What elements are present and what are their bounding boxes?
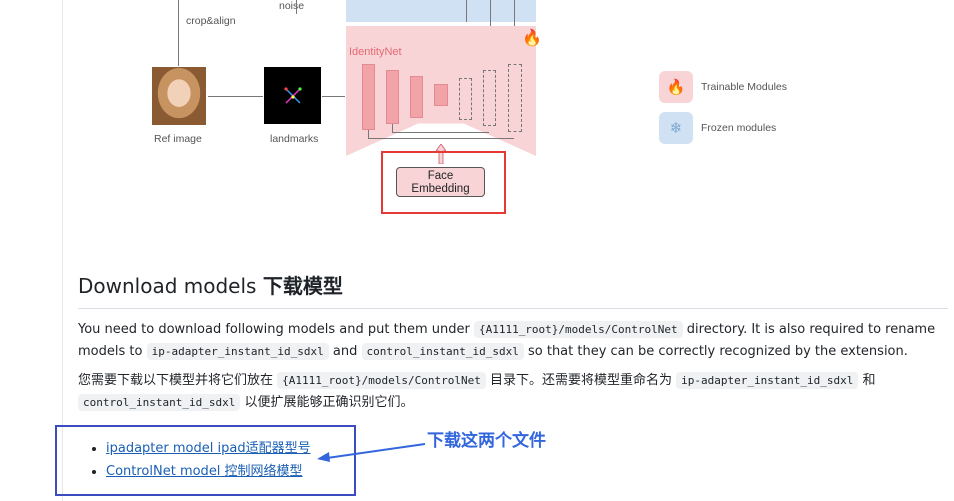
text: and (332, 344, 358, 359)
heading-en: Download models (78, 274, 257, 298)
legend-trainable-label: Trainable Modules (701, 81, 787, 93)
text: so that they can be correctly recognized… (527, 344, 908, 359)
ref-image-label: Ref image (154, 133, 202, 145)
ipadapter-model-link[interactable]: ipadapter model ipad适配器型号 (106, 441, 311, 456)
arrow-ref-to-landmarks (208, 96, 263, 97)
encoder-bar (386, 70, 399, 124)
ref-image-photo (152, 67, 206, 125)
decoder-bar (508, 64, 522, 132)
text: 您需要下载以下模型并将它们放在 (78, 373, 274, 388)
annotation-arrow-icon (317, 443, 426, 462)
heading-zh: 下载模型 (262, 274, 343, 298)
encoder-bar (410, 76, 423, 118)
fire-icon: 🔥 (659, 71, 693, 103)
noise-label: noise (279, 0, 305, 12)
face-embedding-line2: Embedding (411, 183, 470, 195)
section-heading: Download models 下载模型 (78, 270, 948, 309)
decoder-bar (483, 70, 496, 126)
fire-icon: 🔥 (522, 28, 542, 47)
encoder-bar (362, 64, 375, 130)
inline-code-path: {A1111_root}/models/ControlNet (277, 372, 486, 389)
paragraph-en: You need to download following models an… (78, 319, 938, 363)
annotation-note: 下载这两个文件 (427, 431, 546, 451)
inline-code-controlnet: control_instant_id_sdxl (361, 343, 524, 360)
landmarks-label: landmarks (270, 133, 319, 145)
skip-line (368, 130, 369, 138)
list-item: ControlNet model 控制网络模型 (106, 460, 311, 483)
legend-frozen-label: Frozen modules (701, 122, 777, 134)
crop-line (178, 0, 179, 66)
instantid-diagram: noise crop&align Ref image landmarks Ide… (0, 0, 954, 240)
inline-code-controlnet: control_instant_id_sdxl (78, 394, 241, 411)
frozen-arrow-1 (466, 0, 467, 22)
text: 和 (862, 373, 876, 388)
text: 目录下。还需要将模型重命名为 (489, 373, 672, 388)
inline-code-ipadapter: ip-adapter_instant_id_sdxl (146, 343, 329, 360)
face-embedding-line1: Face (427, 170, 454, 182)
decoder-bar (459, 78, 472, 120)
snowflake-icon: ❄ (659, 112, 693, 144)
arrow-landmarks-to-net (322, 96, 345, 97)
inline-code-path: {A1111_root}/models/ControlNet (473, 321, 683, 338)
text: 以便扩展能够正确识别它们。 (244, 395, 414, 410)
frozen-unet-block (346, 0, 536, 22)
skip-line (392, 132, 489, 133)
skip-line (368, 138, 514, 139)
middle-bar (434, 84, 448, 106)
noise-line (296, 0, 297, 14)
landmarks-image (264, 67, 321, 124)
inline-code-ipadapter: ip-adapter_instant_id_sdxl (676, 372, 859, 389)
model-links-list: ipadapter model ipad适配器型号 ControlNet mod… (88, 437, 311, 483)
paragraph-zh: 您需要下载以下模型并将它们放在 {A1111_root}/models/Cont… (78, 370, 938, 414)
skip-line (392, 124, 393, 132)
face-embedding-block: Face Embedding (396, 167, 485, 197)
identitynet-label: IdentityNet (349, 46, 402, 58)
list-item: ipadapter model ipad适配器型号 (106, 437, 311, 460)
text: You need to download following models an… (78, 322, 470, 337)
controlnet-model-link[interactable]: ControlNet model 控制网络模型 (106, 464, 303, 479)
crop-align-label: crop&align (186, 15, 236, 27)
